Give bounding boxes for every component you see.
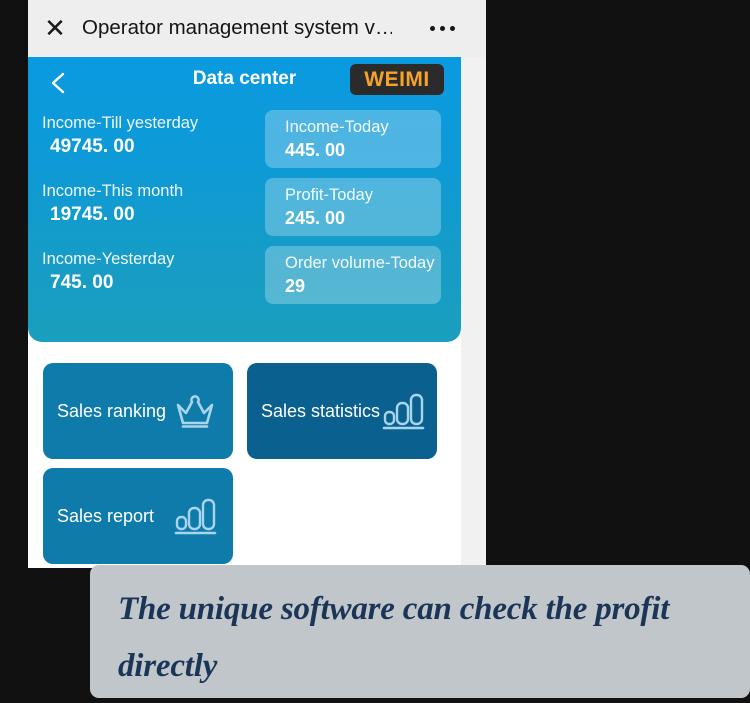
stat-label: Income-Yesterday [42, 250, 175, 268]
stat-value: 29 [285, 276, 306, 296]
actions-card: Sales ranking Sales statistics Sales rep… [28, 350, 461, 568]
stat-value: 19745. 00 [50, 204, 135, 225]
stat-label: Income-This month [42, 182, 184, 200]
crown-icon [171, 387, 219, 435]
sales-statistics-button[interactable]: Sales statistics [247, 363, 437, 459]
stat-label: Order volume-Today [285, 254, 435, 272]
button-label: Sales ranking [57, 400, 167, 421]
caption-banner: The unique software can check the profit… [90, 565, 750, 698]
stat-label: Profit-Today [285, 186, 374, 204]
window-title: Operator management system v… [82, 16, 392, 39]
stat-value: 445. 00 [285, 140, 346, 160]
more-dot [429, 25, 435, 31]
sales-report-button[interactable]: Sales report [43, 468, 233, 564]
stat-card-income-today[interactable]: Income-Today 445. 00 [265, 110, 441, 168]
more-dot [449, 25, 455, 31]
stat-value: 245. 00 [285, 208, 346, 228]
stat-card-order-volume-today[interactable]: Order volume-Today 29 [265, 246, 441, 304]
stat-income-yesterday: Income-Yesterday 745. 00 [42, 248, 272, 296]
bar-chart-icon [380, 387, 426, 435]
bar-chart-icon [171, 492, 219, 540]
data-center-header-panel: Data center WEIMI Income-Till yesterday … [28, 57, 461, 342]
window-titlebar: ✕ Operator management system v… [28, 0, 486, 57]
more-dot [439, 25, 445, 31]
stat-card-profit-today[interactable]: Profit-Today 245. 00 [265, 178, 441, 236]
button-label: Sales report [57, 505, 155, 526]
button-label: Sales statistics [261, 400, 381, 421]
stat-label: Income-Till yesterday [42, 114, 199, 132]
stat-value: 49745. 00 [50, 136, 135, 157]
more-menu-icon[interactable] [416, 14, 468, 42]
stat-value: 745. 00 [50, 272, 114, 293]
stat-income-this-month: Income-This month 19745. 00 [42, 180, 272, 228]
stats-area: Income-Till yesterday 49745. 00 Income-T… [28, 110, 461, 342]
stat-label: Income-Today [285, 118, 389, 136]
mini-program-window: ✕ Operator management system v… Data cen… [28, 0, 486, 568]
stat-income-till-yesterday: Income-Till yesterday 49745. 00 [42, 112, 272, 160]
weimi-logo-text: WEIMI [364, 68, 430, 91]
scrollbar-thumb[interactable] [467, 62, 478, 362]
sales-ranking-button[interactable]: Sales ranking [43, 363, 233, 459]
weimi-logo: WEIMI [350, 64, 444, 95]
close-icon[interactable]: ✕ [39, 12, 71, 44]
caption-text: The unique software can check the profit… [118, 591, 670, 684]
